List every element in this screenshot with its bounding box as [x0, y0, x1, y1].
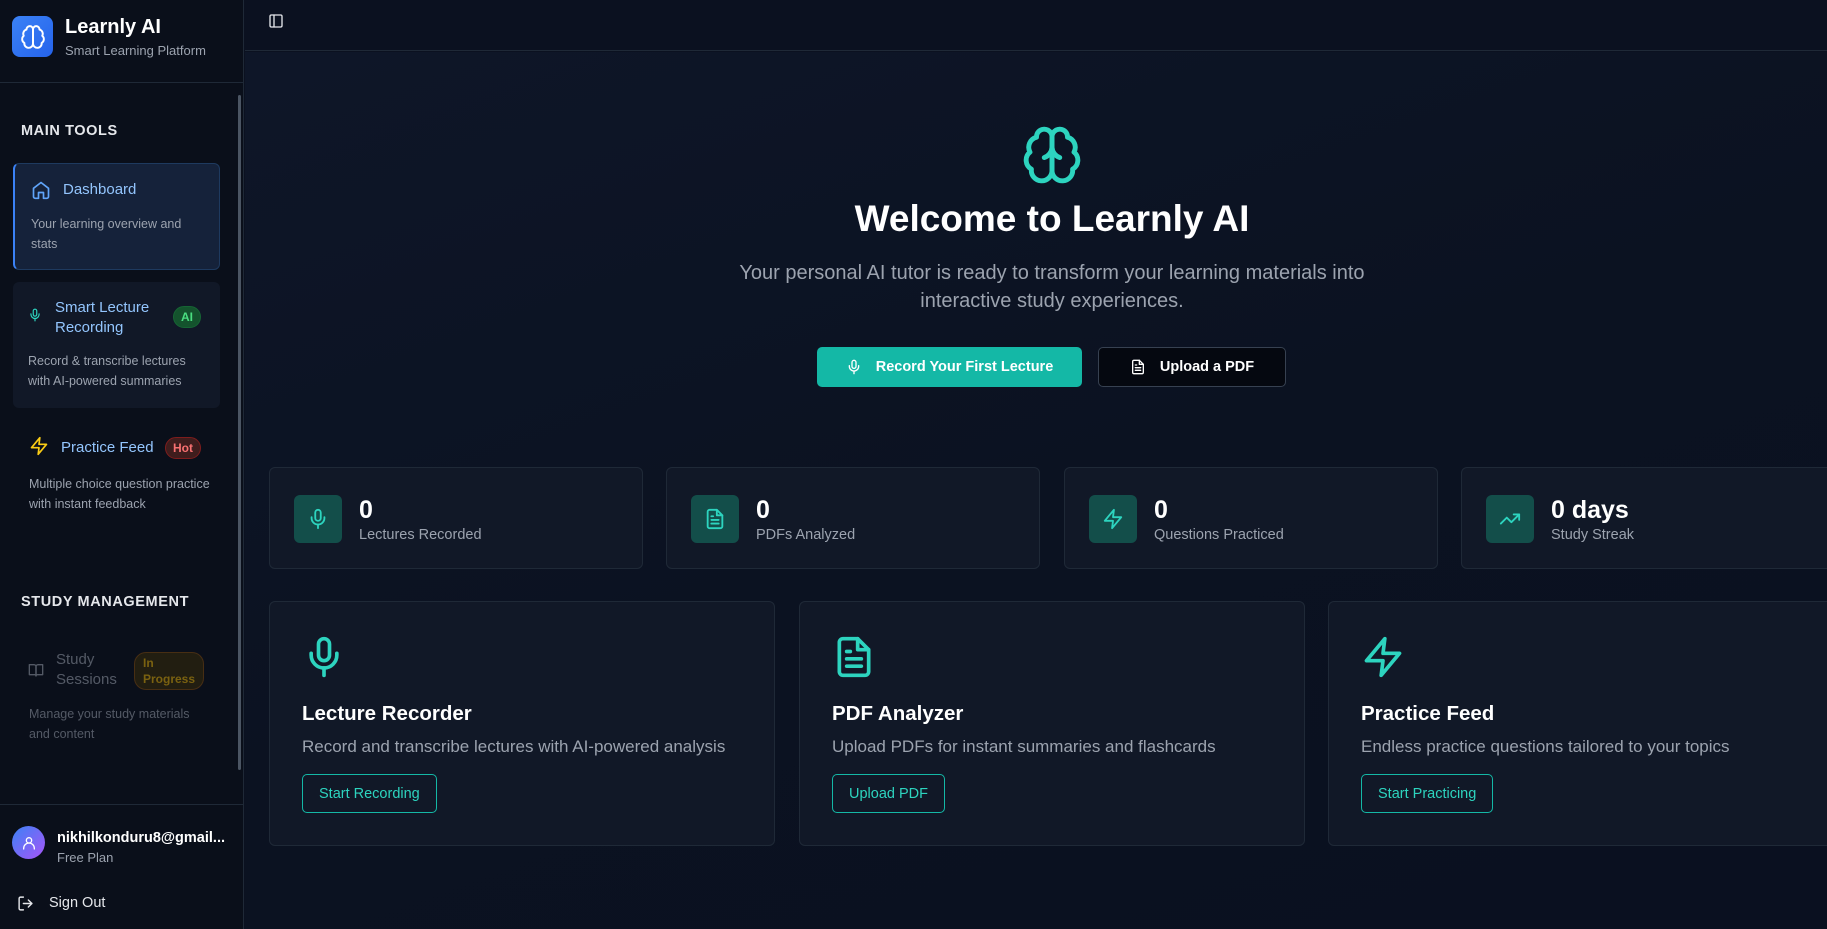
upload-pdf-label: Upload a PDF — [1159, 359, 1255, 375]
zap-icon — [28, 435, 50, 457]
file-text-icon — [691, 495, 739, 543]
user-icon — [22, 836, 35, 850]
feature-title: Lecture Recorder — [302, 702, 472, 725]
stat-card-streak: 0 days Study Streak — [1461, 467, 1827, 569]
sign-out-label: Sign Out — [49, 895, 106, 911]
stat-label: Lectures Recorded — [359, 527, 482, 543]
stat-value: 0 days — [1551, 496, 1629, 524]
panel-left-icon — [269, 14, 283, 28]
hot-badge: Hot — [165, 437, 201, 459]
sign-out-button[interactable]: Sign Out — [17, 893, 217, 915]
stat-card-questions: 0 Questions Practiced — [1064, 467, 1438, 569]
stat-value: 0 — [359, 496, 373, 524]
user-email: nikhilkonduru8@gmail... — [57, 830, 226, 846]
stat-label: PDFs Analyzed — [756, 527, 856, 543]
brand-header: Learnly AI Smart Learning Platform — [0, 0, 244, 83]
sidebar-item-description: Manage your study materials and content — [29, 707, 190, 741]
start-practicing-button[interactable]: Start Practicing — [1361, 774, 1494, 813]
feature-description: Upload PDFs for instant summaries and fl… — [832, 737, 1216, 756]
upload-pdf-button[interactable]: Upload a PDF — [1098, 347, 1286, 387]
mic-icon — [302, 635, 346, 679]
feature-card-practice-feed: Practice Feed Endless practice questions… — [1328, 601, 1827, 846]
file-text-icon — [832, 635, 876, 679]
top-bar — [245, 0, 1827, 51]
log-out-icon — [18, 896, 33, 911]
sidebar-item-smart-lecture-recording[interactable]: Smart Lecture Recording AI Record & tran… — [13, 282, 220, 408]
sidebar: Learnly AI Smart Learning Platform MAIN … — [0, 0, 244, 929]
feature-description: Endless practice questions tailored to y… — [1361, 737, 1730, 756]
file-text-icon — [1131, 359, 1144, 375]
stat-card-pdfs: 0 PDFs Analyzed — [666, 467, 1040, 569]
sidebar-item-dashboard[interactable]: Dashboard Your learning overview and sta… — [13, 163, 220, 270]
zap-icon — [1361, 635, 1405, 679]
page-title: Welcome to Learnly AI — [854, 198, 1250, 239]
sidebar-scrollbar[interactable] — [238, 95, 241, 770]
feature-description: Record and transcribe lectures with AI-p… — [302, 737, 726, 756]
brain-icon — [1021, 124, 1083, 186]
feature-card-lecture-recorder: Lecture Recorder Record and transcribe l… — [269, 601, 775, 846]
home-icon — [30, 179, 52, 201]
sidebar-item-study-sessions[interactable]: Study Sessions In Progress Manage your s… — [13, 642, 220, 749]
feature-title: Practice Feed — [1361, 702, 1495, 725]
mic-icon — [24, 304, 46, 326]
stat-value: 0 — [756, 496, 770, 524]
sidebar-item-label: Study Sessions — [56, 651, 117, 688]
avatar[interactable] — [12, 826, 45, 859]
mic-icon — [294, 495, 342, 543]
stat-card-lectures: 0 Lectures Recorded — [269, 467, 643, 569]
section-title-study-management: STUDY MANAGEMENT — [21, 594, 190, 610]
sidebar-item-label: Smart Lecture Recording — [55, 299, 150, 336]
stat-value: 0 — [1154, 496, 1168, 524]
in-progress-badge: In Progress — [134, 652, 204, 690]
hero-subtitle: Your personal AI tutor is ready to trans… — [739, 262, 1365, 312]
sidebar-item-description: Record & transcribe lectures with AI-pow… — [28, 354, 186, 388]
feature-title: PDF Analyzer — [832, 702, 964, 725]
trending-up-icon — [1486, 495, 1534, 543]
brand-tagline: Smart Learning Platform — [65, 43, 206, 58]
sidebar-item-label: Dashboard — [63, 181, 137, 198]
zap-icon — [1089, 495, 1137, 543]
stat-label: Study Streak — [1551, 527, 1635, 543]
sidebar-toggle-button[interactable] — [265, 10, 287, 32]
sidebar-item-label: Practice Feed — [61, 439, 154, 456]
stat-label: Questions Practiced — [1154, 527, 1284, 543]
sidebar-item-description: Your learning overview and stats — [31, 217, 182, 251]
ai-badge: AI — [173, 306, 201, 328]
sidebar-item-practice-feed[interactable]: Practice Feed Hot Multiple choice questi… — [13, 424, 220, 519]
start-recording-button[interactable]: Start Recording — [302, 774, 437, 813]
user-plan: Free Plan — [57, 850, 114, 865]
book-open-icon — [25, 659, 47, 681]
brain-logo-icon — [12, 16, 53, 57]
upload-pdf-card-button[interactable]: Upload PDF — [832, 774, 945, 813]
brand-name: Learnly AI — [65, 16, 161, 38]
feature-card-pdf-analyzer: PDF Analyzer Upload PDFs for instant sum… — [799, 601, 1305, 846]
record-first-lecture-button[interactable]: Record Your First Lecture — [817, 347, 1082, 387]
mic-icon — [848, 359, 860, 375]
section-title-main-tools: MAIN TOOLS — [21, 123, 118, 139]
sidebar-item-description: Multiple choice question practice with i… — [29, 477, 210, 511]
record-first-lecture-label: Record Your First Lecture — [875, 359, 1054, 375]
